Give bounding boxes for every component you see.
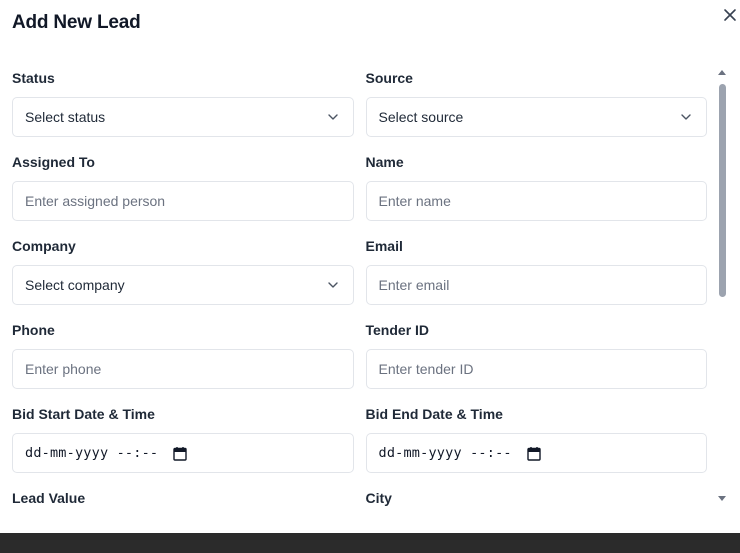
form-row: Bid Start Date & Time dd-mm-yyyy --:-- B… — [12, 406, 707, 490]
form-row: Company Select company Email Enter email — [12, 238, 707, 322]
email-label: Email — [365, 238, 403, 254]
assigned-to-field: Assigned To Enter assigned person — [12, 154, 354, 238]
email-input[interactable]: Enter email — [365, 265, 707, 305]
form-row: Phone Enter phone Tender ID Enter tender… — [12, 322, 707, 406]
chevron-down-icon — [327, 114, 338, 120]
dialog-title: Add New Lead — [12, 12, 141, 33]
chevron-down-icon — [681, 114, 691, 120]
bid-end-field: Bid End Date & Time dd-mm-yyyy --:-- — [365, 406, 707, 490]
company-field: Company Select company — [12, 238, 354, 322]
lead-value-field: Lead Value — [12, 490, 354, 533]
name-input[interactable]: Enter name — [365, 181, 707, 221]
bid-start-value: dd-mm-yyyy --:-- — [25, 445, 159, 461]
bid-end-value: dd-mm-yyyy --:-- — [378, 445, 512, 461]
phone-field: Phone Enter phone — [12, 322, 354, 406]
status-field: Status Select status — [12, 70, 354, 154]
bid-start-datetime-input[interactable]: dd-mm-yyyy --:-- — [12, 433, 354, 473]
company-select[interactable]: Select company — [12, 265, 354, 305]
phone-input[interactable]: Enter phone — [12, 349, 354, 389]
phone-placeholder: Enter phone — [25, 361, 102, 377]
source-label: Source — [365, 70, 413, 86]
scroll-down-arrow-icon[interactable] — [718, 496, 726, 501]
status-label: Status — [12, 70, 55, 86]
tender-id-input[interactable]: Enter tender ID — [365, 349, 707, 389]
email-field: Email Enter email — [365, 238, 707, 322]
lead-value-label: Lead Value — [12, 490, 86, 506]
assigned-to-input[interactable]: Enter assigned person — [12, 181, 354, 221]
tender-id-placeholder: Enter tender ID — [378, 361, 474, 377]
scrollbar-thumb[interactable] — [719, 84, 726, 297]
assigned-to-label: Assigned To — [12, 154, 95, 170]
name-label: Name — [365, 154, 404, 170]
status-select[interactable]: Select status — [12, 97, 354, 137]
name-field: Name Enter name — [365, 154, 707, 238]
assigned-to-placeholder: Enter assigned person — [25, 193, 166, 209]
city-label: City — [365, 490, 392, 506]
city-field: City — [366, 490, 708, 533]
calendar-icon[interactable] — [526, 446, 541, 461]
source-select[interactable]: Select source — [365, 97, 707, 137]
lead-form: Status Select status Source Select sourc… — [12, 70, 707, 533]
tender-id-label: Tender ID — [365, 322, 430, 338]
company-value: Select company — [25, 277, 125, 293]
form-row: Lead Value City — [12, 490, 707, 533]
status-value: Select status — [25, 109, 106, 125]
chevron-down-icon — [327, 282, 338, 288]
name-placeholder: Enter name — [378, 193, 451, 209]
add-lead-dialog: Add New Lead Status Select status Source… — [0, 0, 740, 533]
bid-start-label: Bid Start Date & Time — [12, 406, 155, 422]
scroll-up-arrow-icon[interactable] — [718, 70, 726, 75]
email-placeholder: Enter email — [378, 277, 450, 293]
bid-end-label: Bid End Date & Time — [365, 406, 503, 422]
source-field: Source Select source — [365, 70, 707, 154]
form-row: Status Select status Source Select sourc… — [12, 70, 707, 154]
calendar-icon[interactable] — [173, 446, 187, 461]
form-row: Assigned To Enter assigned person Name E… — [12, 154, 707, 238]
source-value: Select source — [378, 109, 464, 125]
phone-label: Phone — [12, 322, 55, 338]
tender-id-field: Tender ID Enter tender ID — [365, 322, 707, 406]
company-label: Company — [12, 238, 76, 254]
bid-end-datetime-input[interactable]: dd-mm-yyyy --:-- — [365, 433, 707, 473]
close-icon[interactable] — [722, 7, 738, 23]
bid-start-field: Bid Start Date & Time dd-mm-yyyy --:-- — [12, 406, 354, 490]
